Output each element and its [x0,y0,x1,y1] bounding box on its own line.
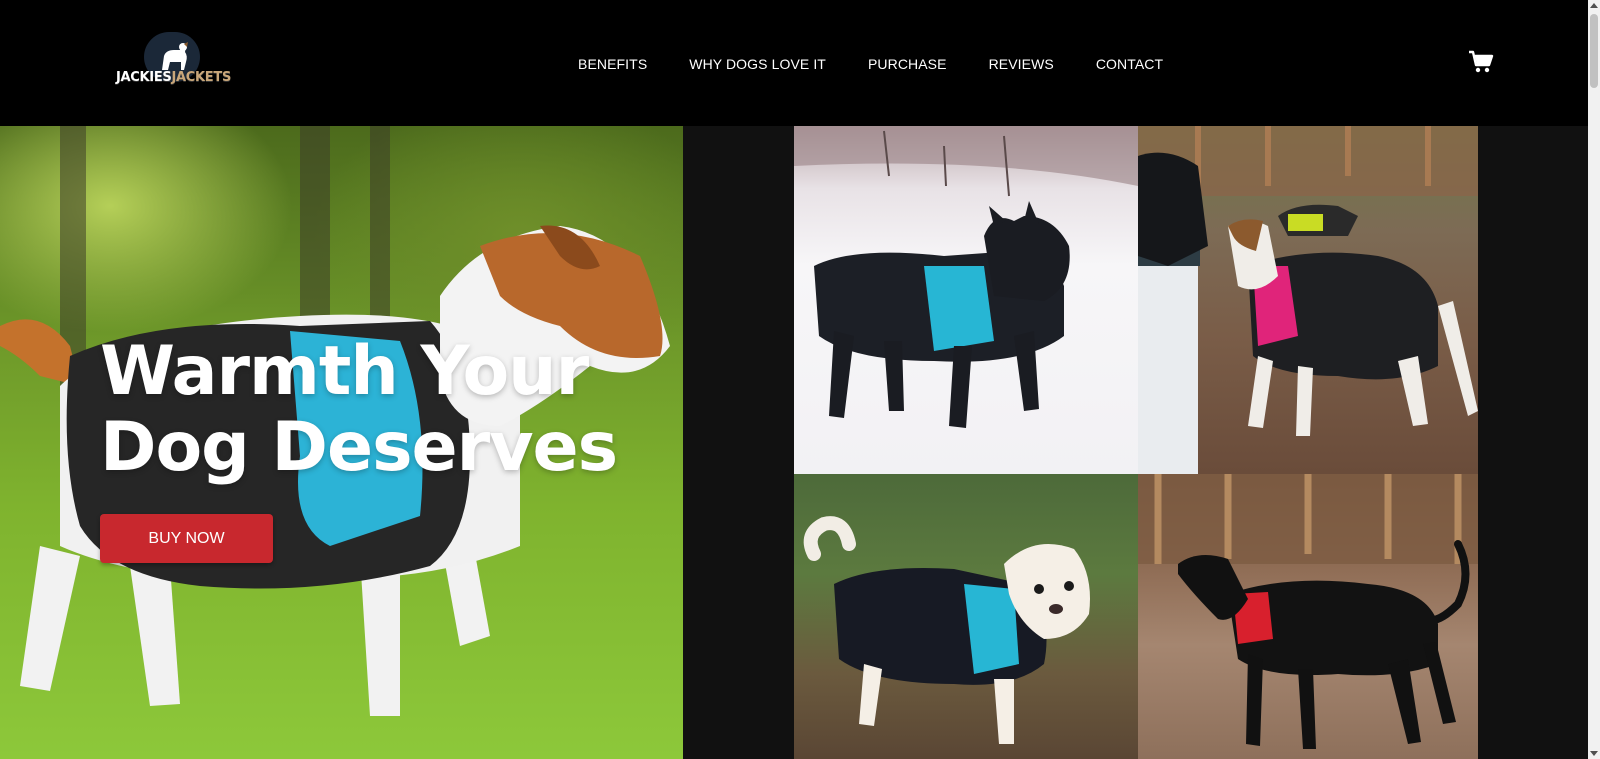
hero-title-line2: Dog Deserves [100,408,618,487]
nav-contact[interactable]: CONTACT [1096,52,1163,76]
brand-logo[interactable]: JACKIESJACKETS [116,32,231,92]
nav-why-dogs-love-it[interactable]: WHY DOGS LOVE IT [689,52,826,76]
nav-benefits[interactable]: BENEFITS [578,52,647,76]
small-white-dog-image [803,516,1090,744]
hero-title-line1: Warmth Your [100,332,589,411]
gallery-photo-french-bulldog [794,126,1138,474]
cart-button[interactable] [1468,50,1494,74]
gallery-photo-black-dog [1138,474,1478,759]
hero-title: Warmth Your Dog Deserves [100,334,680,486]
buy-now-button[interactable]: BUY NOW [100,514,273,563]
scroll-up-arrow-icon[interactable] [1590,3,1598,8]
scrollbar-thumb[interactable] [1590,14,1598,88]
logo-name-part1: JACKIES [116,70,172,85]
black-dog-image [1138,474,1478,749]
hero-section: Warmth Your Dog Deserves BUY NOW [0,126,683,759]
site-header: JACKIESJACKETS BENEFITS WHY DOGS LOVE IT… [0,0,1588,126]
logo-wordmark: JACKIESJACKETS [116,70,231,85]
nav-purchase[interactable]: PURCHASE [868,52,947,76]
main-nav: BENEFITS WHY DOGS LOVE IT PURCHASE REVIE… [578,52,1205,76]
nav-reviews[interactable]: REVIEWS [989,52,1054,76]
french-bulldog-image [794,126,1138,428]
vertical-scrollbar[interactable] [1588,0,1600,759]
scroll-down-arrow-icon[interactable] [1590,751,1598,756]
gallery-photo-hound [1138,126,1478,474]
shopping-cart-icon [1469,50,1494,73]
logo-name-part2: JACKETS [171,70,232,85]
hound-image [1138,126,1478,474]
gallery-photo-small-white-dog [794,474,1138,759]
